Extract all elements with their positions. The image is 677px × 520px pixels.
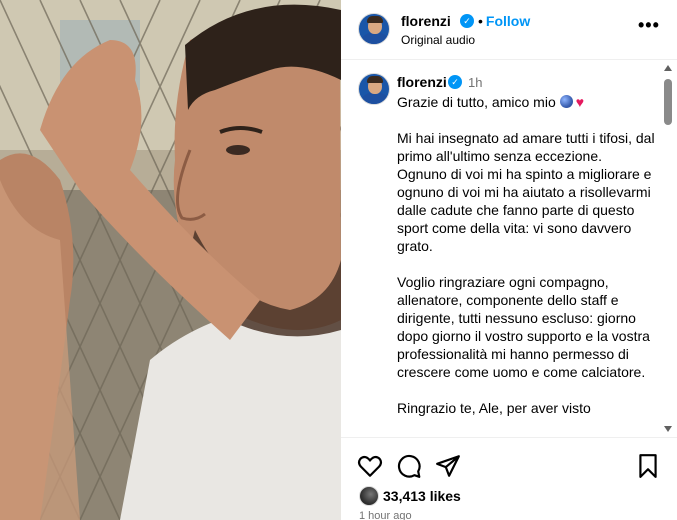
follow-button[interactable]: • Follow [478, 13, 530, 29]
heart-emoji-icon: ♥ [575, 94, 585, 110]
post-details-panel: florenzi ✓ • Follow Original audio ••• fl… [341, 0, 677, 520]
post-actions: 33,413 likes 1 hour ago [341, 437, 677, 520]
follow-separator: • [478, 13, 483, 29]
comment-icon[interactable] [396, 453, 422, 479]
caption-area[interactable]: florenzi ✓ 1h Grazie di tutto, amico mio… [341, 61, 677, 437]
caption-greeting: Grazie di tutto, amico mio ♥ [397, 94, 585, 110]
share-icon[interactable] [435, 453, 461, 479]
post-header: florenzi ✓ • Follow Original audio ••• [341, 0, 677, 60]
post-timestamp[interactable]: 1 hour ago [359, 510, 412, 520]
liker-avatar [359, 486, 379, 506]
verified-badge-icon: ✓ [460, 14, 474, 28]
author-avatar[interactable] [358, 13, 390, 45]
likes-count[interactable]: 33,413 likes [383, 488, 461, 504]
caption-paragraph: Voglio ringraziare ogni compagno, allena… [397, 274, 650, 380]
globe-emoji-icon [559, 95, 573, 108]
author-username[interactable]: florenzi [401, 13, 451, 29]
caption-paragraph: Ringrazio te, Ale, per aver visto [397, 400, 591, 416]
follow-label: Follow [485, 13, 531, 29]
caption-scrollbar[interactable] [661, 61, 675, 437]
caption-paragraph: Mi hai insegnato ad amare tutti i tifosi… [397, 130, 655, 254]
post-photo [0, 0, 341, 520]
scroll-down-arrow-icon[interactable] [664, 426, 672, 432]
caption-username[interactable]: florenzi [397, 74, 447, 90]
caption-timestamp[interactable]: 1h [468, 75, 482, 90]
bookmark-icon[interactable] [635, 453, 661, 479]
post-media[interactable] [0, 0, 341, 520]
caption-text: Grazie di tutto, amico mio ♥ Mi hai inseg… [397, 93, 655, 435]
original-audio-link[interactable]: Original audio [401, 33, 475, 47]
heart-icon[interactable] [357, 453, 383, 479]
scroll-up-arrow-icon[interactable] [664, 65, 672, 71]
caption-author-avatar[interactable] [358, 73, 390, 105]
more-options-icon[interactable]: ••• [638, 16, 660, 34]
scrollbar-thumb[interactable] [664, 79, 672, 125]
caption-verified-badge-icon: ✓ [448, 75, 462, 89]
